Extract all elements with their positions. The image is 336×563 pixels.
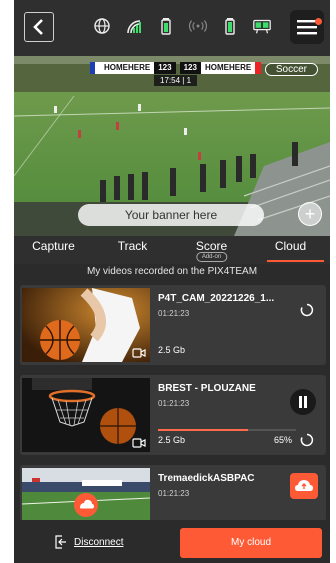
clock-text: 17:54 [160,76,181,85]
video-item[interactable]: BREST - PLOUZANE 01:21:23 2.5 Gb 65% [20,375,326,455]
add-banner-button[interactable]: + [298,202,322,226]
scoreboard-overlay: HOMEHERE 123 123 HOMEHERE [90,62,262,74]
video-preview[interactable]: HOMEHERE 123 123 HOMEHERE 17:54 | 1 Socc… [14,56,330,236]
team-left-score: 123 [154,62,176,74]
video-item[interactable]: P4T_CAM_20221226_1... 01:21:23 2.5 Gb [20,285,326,365]
camera-icon [132,438,146,448]
team-left-flag [90,62,100,74]
tab-capture[interactable]: Capture [14,236,93,264]
top-bar [14,0,330,56]
video-title: BREST - PLOUZANE [158,383,256,394]
phone-battery-icon [220,16,240,36]
pause-upload-button[interactable] [290,389,316,415]
camera-icon [132,348,146,358]
team-right-flag [255,62,262,74]
signal-icon [124,16,144,36]
video-thumbnail [22,468,150,521]
plus-icon: + [304,204,316,224]
back-button[interactable] [24,12,54,42]
period-text: 1 [186,76,192,85]
tab-bar: Capture Track Score Add-on Cloud [14,236,330,264]
addon-badge: Add-on [195,252,228,262]
loading-icon [300,433,314,447]
section-title: My videos recorded on the PIX4TEAM [86,266,258,277]
upload-percent: 65% [274,435,293,445]
tab-cloud[interactable]: Cloud [251,236,330,264]
tab-score[interactable]: Score Add-on [172,236,251,264]
tab-track[interactable]: Track [93,236,172,264]
broadcast-icon [188,16,208,36]
bottom-bar: Disconnect My cloud [14,520,330,563]
disconnect-label: Disconnect [74,536,124,548]
back-icon [33,19,43,35]
video-title: P4T_CAM_20221226_1... [158,293,275,304]
upload-to-cloud-button[interactable] [290,473,318,499]
disconnect-link[interactable]: Disconnect [54,535,123,549]
video-size: 2.5 Gb [158,435,186,445]
scoreboard-icon [252,16,272,36]
upload-progress-fill [158,429,248,431]
video-size: 2.5 Gb [158,345,186,355]
cloud-upload-icon [74,493,98,517]
menu-button[interactable] [290,10,324,44]
my-cloud-button[interactable]: My cloud [180,528,322,558]
video-duration: 01:21:23 [158,489,190,498]
video-thumbnail [22,378,150,452]
logout-icon [55,535,66,549]
video-duration: 01:21:23 [158,309,190,318]
team-right-score: 123 [179,62,201,74]
status-icons [92,16,272,36]
loading-icon [300,303,314,317]
upload-progress-bar [158,429,296,431]
team-right-name: HOMEHERE [200,62,256,74]
app-screen: HOMEHERE 123 123 HOMEHERE 17:54 | 1 Socc… [14,0,330,563]
team-left-name: HOMEHERE [100,62,155,74]
video-thumbnail [22,288,150,362]
banner-field[interactable]: Your banner here [78,204,264,226]
notification-dot [315,18,322,25]
video-item[interactable]: TremaedickASBPAC 01:21:23 [20,465,326,521]
pause-icon [299,396,307,408]
menu-icon [297,20,317,35]
cloud-upload-icon [295,480,313,491]
video-title: TremaedickASBPAC [158,473,255,484]
globe-icon [92,16,112,36]
sport-selector[interactable]: Soccer [264,63,318,76]
battery-icon [156,16,176,36]
video-duration: 01:21:23 [158,399,190,408]
game-clock: 17:54 | 1 [154,75,198,86]
